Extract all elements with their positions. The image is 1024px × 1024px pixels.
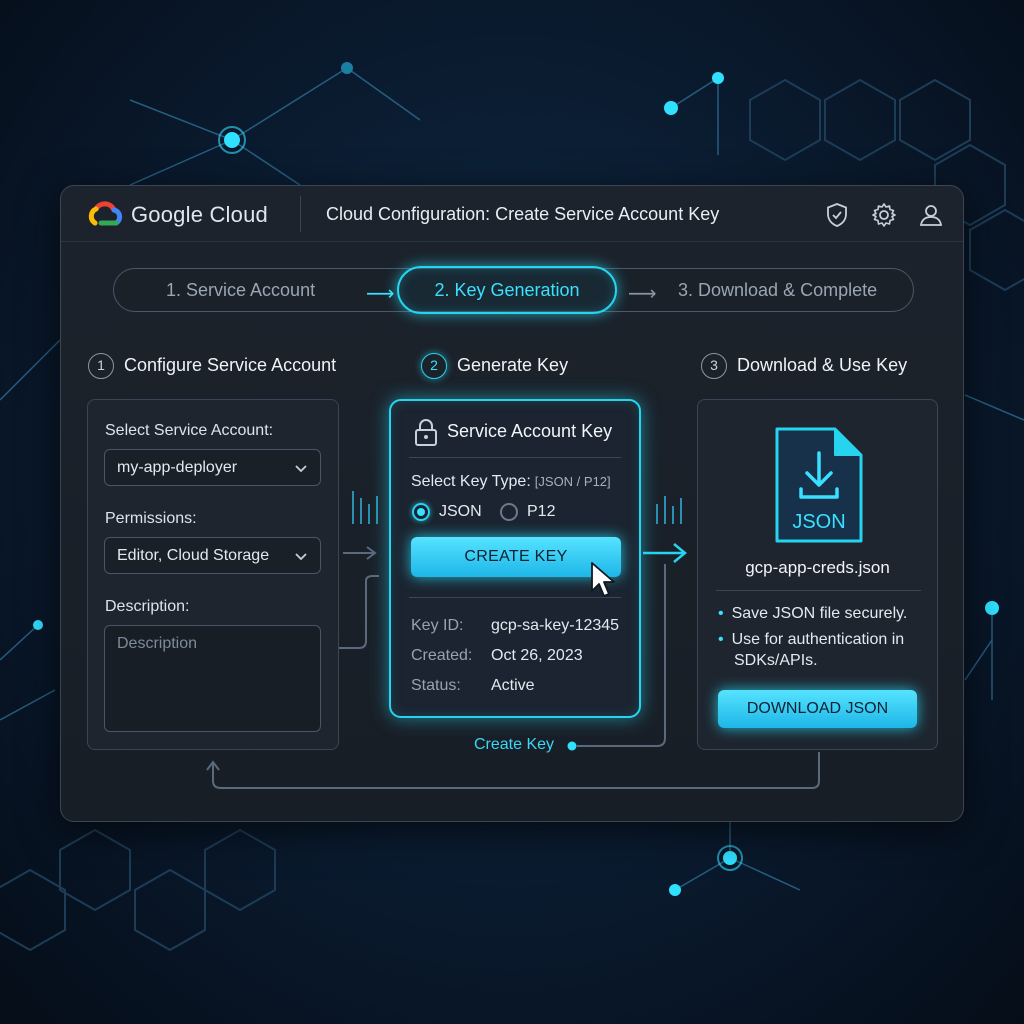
bullet-text: Save JSON file securely.: [731, 605, 908, 622]
json-file-icon: JSON: [775, 427, 863, 543]
service-account-key-card: Service Account Key Select Key Type: [JSO…: [389, 399, 641, 718]
brand-name: Google Cloud: [131, 202, 268, 227]
list-item: • Use for authentication in SDKs/APIs.: [718, 631, 905, 669]
step-number-badge: 1: [88, 353, 114, 379]
description-field[interactable]: Description: [104, 625, 321, 732]
download-json-button[interactable]: DOWNLOAD JSON: [718, 690, 917, 728]
radio-json-label[interactable]: JSON: [439, 503, 482, 521]
chevron-down-icon: [295, 553, 307, 561]
section-download-header: 3 Download & Use Key: [701, 353, 907, 379]
google-cloud-logo: [88, 201, 123, 226]
key-card-title: Service Account Key: [447, 421, 613, 441]
user-icon[interactable]: [918, 202, 944, 228]
step-number-badge: 2: [421, 353, 447, 379]
step-service-account[interactable]: 1. Service Account: [166, 280, 315, 301]
service-account-select[interactable]: my-app-deployer: [104, 449, 321, 486]
mouse-cursor-icon: [591, 562, 615, 597]
window-title: Cloud Configuration: Create Service Acco…: [326, 204, 720, 224]
created-label: Created:: [411, 647, 473, 664]
download-card: JSON gcp-app-creds.json • Save JSON file …: [697, 399, 938, 750]
section-title: Configure Service Account: [124, 354, 337, 375]
step-number-badge: 3: [701, 353, 727, 379]
key-type-hint: [JSON / P12]: [534, 474, 611, 489]
description-label: Description:: [105, 598, 190, 615]
title-divider: [300, 196, 301, 232]
bullet-text: Use for authentication in SDKs/APIs.: [731, 631, 905, 669]
step-arrow-icon: ⟶: [628, 283, 657, 305]
list-item: • Save JSON file securely.: [718, 605, 908, 622]
radio-json[interactable]: [412, 503, 430, 521]
lock-icon: [415, 419, 437, 446]
step-key-generation[interactable]: 2. Key Generation: [397, 266, 617, 314]
permissions-select[interactable]: Editor, Cloud Storage: [104, 537, 321, 574]
section-generate-header: 2 Generate Key: [421, 353, 568, 379]
key-id-value: gcp-sa-key-12345: [491, 617, 620, 634]
file-name: gcp-app-creds.json: [745, 558, 890, 577]
section-title: Generate Key: [457, 354, 569, 375]
radio-p12[interactable]: [500, 503, 518, 521]
service-account-label: Select Service Account:: [105, 422, 274, 439]
title-bar: Google Cloud Cloud Configuration: Create…: [61, 186, 963, 242]
main-window: Google Cloud Cloud Configuration: Create…: [60, 185, 964, 822]
divider: [409, 597, 621, 598]
chevron-down-icon: [295, 465, 307, 473]
radio-p12-label[interactable]: P12: [527, 503, 555, 521]
key-id-label: Key ID:: [411, 617, 464, 634]
key-type-text: Select Key Type:: [411, 473, 531, 490]
status-label: Status:: [411, 677, 461, 694]
created-value: Oct 26, 2023: [491, 647, 583, 664]
key-type-label: Select Key Type: [JSON / P12]: [411, 473, 611, 491]
configure-card: Select Service Account: my-app-deployer …: [87, 399, 339, 750]
permissions-label: Permissions:: [105, 510, 197, 527]
divider: [716, 590, 921, 591]
status-value: Active: [491, 677, 535, 694]
section-configure-header: 1 Configure Service Account: [88, 353, 336, 379]
create-key-flow-label: Create Key: [474, 736, 555, 753]
file-type-text: JSON: [792, 511, 845, 533]
gear-icon[interactable]: [871, 202, 897, 228]
shield-check-icon[interactable]: [824, 202, 850, 228]
section-title: Download & Use Key: [737, 354, 908, 375]
step-arrow-icon: ⟶: [366, 283, 395, 305]
progress-stepper: 1. Service Account ⟶ 2. Key Generation ⟶…: [113, 266, 914, 314]
permissions-value: Editor, Cloud Storage: [117, 547, 270, 564]
service-account-value: my-app-deployer: [117, 459, 238, 476]
divider: [409, 457, 621, 458]
step-download-complete[interactable]: 3. Download & Complete: [678, 280, 877, 301]
